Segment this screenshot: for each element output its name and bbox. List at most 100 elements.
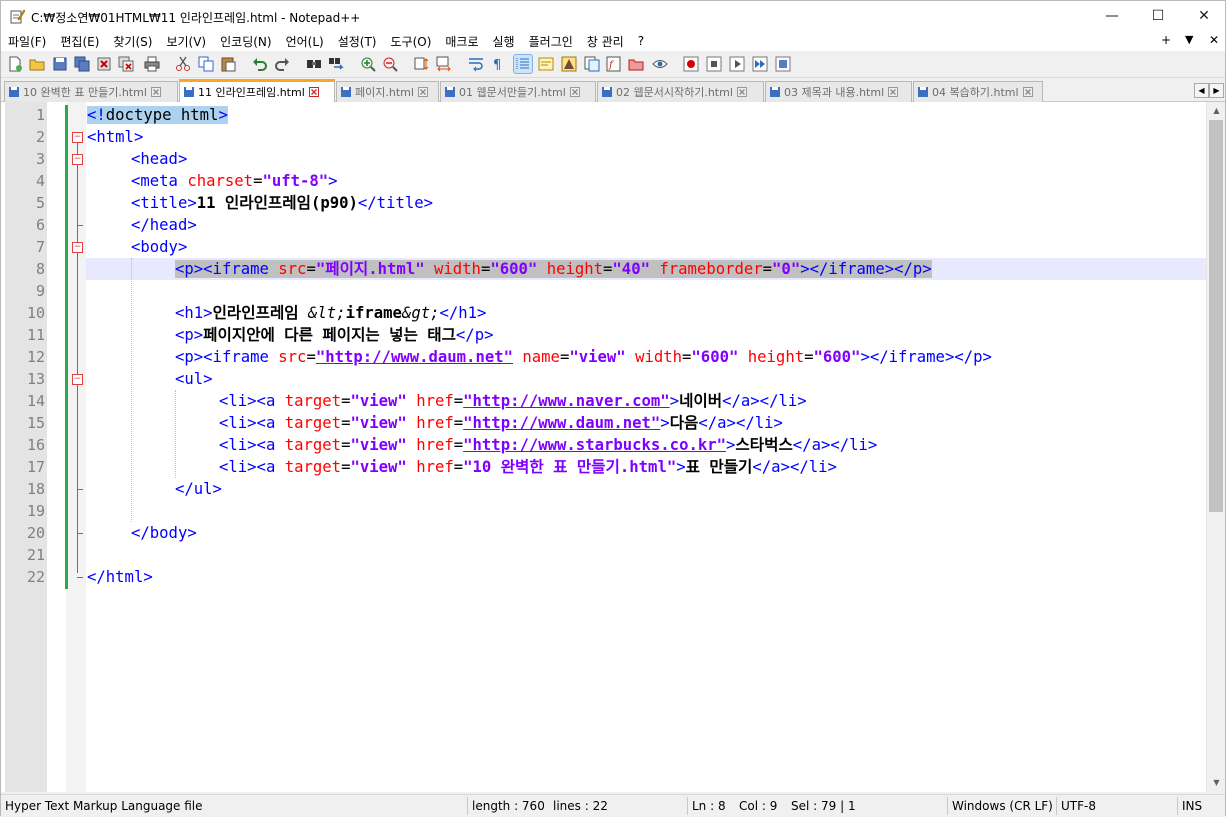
new-file-icon[interactable] [6,55,24,73]
save-macro-icon[interactable] [774,55,792,73]
scrollbar-thumb[interactable] [1209,120,1223,512]
vertical-scrollbar[interactable]: ▲ ▼ [1206,102,1225,792]
word-wrap-icon[interactable] [467,55,485,73]
tab-close-icon[interactable] [569,87,580,97]
tab-close-icon[interactable] [308,87,319,97]
zoom-in-icon[interactable] [359,55,377,73]
tab-10-complete-table[interactable]: 10 완벽한 표 만들기.html [4,81,178,102]
status-encoding[interactable]: UTF-8 [1057,795,1096,817]
menu-settings[interactable]: 설정(T) [331,33,384,50]
open-file-icon[interactable] [28,55,46,73]
menu-help[interactable]: ? [631,34,651,48]
new-tab-plus-button[interactable]: + [1161,33,1171,47]
menu-view[interactable]: 보기(V) [159,33,213,50]
line-number: 7 [35,238,45,256]
user-defined-language-icon[interactable] [537,55,555,73]
indent-guide-icon[interactable] [513,54,533,74]
tab-01-web-doc[interactable]: 01 웹문서만들기.html [440,81,596,102]
code-line-4: <meta charset="uft-8"> [131,172,338,190]
maximize-button[interactable]: ☐ [1135,1,1181,31]
line-number: 5 [35,194,45,212]
indent-guide [175,390,176,478]
tab-page[interactable]: 페이지.html [336,81,439,102]
tab-02-web-doc-start[interactable]: 02 웹문서시작하기.html [597,81,764,102]
tab-label: 11 인라인프레임.html [198,86,305,99]
minimize-button[interactable]: — [1089,1,1135,31]
close-all-icon[interactable] [117,55,135,73]
menu-search[interactable]: 찾기(S) [106,33,159,50]
tab-close-icon[interactable] [417,87,428,97]
close-file-icon[interactable] [95,55,113,73]
show-all-characters-icon[interactable]: ¶ [489,55,507,73]
status-insert-mode[interactable]: INS [1178,795,1202,817]
tab-list-dropdown-icon[interactable]: ▼ [1185,33,1193,46]
code-line-18: </ul> [175,480,222,498]
stop-recording-icon[interactable] [705,55,723,73]
tab-04-review[interactable]: 04 복습하기.html [913,81,1043,102]
tab-label: 04 복습하기.html [932,86,1019,99]
menu-file[interactable]: 파일(F) [1,33,53,50]
code-line-17: <li><a target="view" href="10 완벽한 표 만들기.… [219,458,837,476]
close-document-button[interactable]: ✕ [1209,33,1219,47]
cut-icon[interactable] [174,55,192,73]
document-list-icon[interactable] [583,55,601,73]
fold-margin[interactable] [66,102,86,792]
record-macro-icon[interactable] [682,55,700,73]
tab-label: 10 완벽한 표 만들기.html [23,86,147,99]
document-tab-bar: 10 완벽한 표 만들기.html 11 인라인프레임.html 페이지.htm… [1,79,1225,102]
print-icon[interactable] [143,55,161,73]
copy-icon[interactable] [197,55,215,73]
save-all-icon[interactable] [73,55,91,73]
tab-label: 01 웹문서만들기.html [459,86,566,99]
paste-icon[interactable] [219,55,237,73]
folder-as-workspace-icon[interactable] [627,55,645,73]
status-eol[interactable]: Windows (CR LF) [948,795,1053,817]
menu-macro[interactable]: 매크로 [438,33,485,50]
tab-scroll-left-icon[interactable]: ◀ [1194,83,1209,98]
scroll-up-arrow-icon[interactable]: ▲ [1207,102,1226,119]
function-list-icon[interactable]: f [605,55,623,73]
code-line-13: <ul> [175,370,213,388]
fold-toggle-icon[interactable]: − [72,374,83,385]
fold-toggle-icon[interactable]: − [72,154,83,165]
monitoring-eye-icon[interactable] [651,55,669,73]
redo-icon[interactable] [273,55,291,73]
code-editor[interactable]: 1 2 3 4 5 6 7 8 9 10 11 12 13 14 15 16 1… [1,102,1225,792]
close-button[interactable]: ✕ [1181,1,1226,31]
menu-window[interactable]: 창 관리 [580,33,631,50]
playback-macro-icon[interactable] [728,55,746,73]
code-line-16: <li><a target="view" href="http://www.st… [219,436,878,454]
code-line-5: <title>11 인라인프레임(p90)</title> [131,194,434,212]
sync-vertical-scroll-icon[interactable] [413,55,431,73]
menu-plugins[interactable]: 플러그인 [522,33,580,50]
tab-close-icon[interactable] [150,87,161,97]
status-bar: Hyper Text Markup Language file length :… [1,794,1225,816]
tab-03-title-content[interactable]: 03 제목과 내용.html [765,81,912,102]
line-number: 14 [26,392,45,410]
fold-toggle-icon[interactable]: − [72,132,83,143]
fold-toggle-icon[interactable]: − [72,242,83,253]
menu-language[interactable]: 언어(L) [279,33,331,50]
save-icon[interactable] [51,55,69,73]
tab-close-icon[interactable] [1022,87,1033,97]
notepadpp-app-icon [9,8,26,24]
find-icon[interactable] [305,55,323,73]
tab-close-icon[interactable] [736,87,747,97]
sync-horizontal-scroll-icon[interactable] [435,55,453,73]
status-selection: Sel : 79 | 1 [791,799,856,813]
menu-tools[interactable]: 도구(O) [384,33,439,50]
tab-close-icon[interactable] [888,87,899,97]
menu-run[interactable]: 실행 [486,33,522,50]
scroll-down-arrow-icon[interactable]: ▼ [1207,774,1226,791]
zoom-out-icon[interactable] [381,55,399,73]
replace-icon[interactable] [327,55,345,73]
tab-11-inline-frame[interactable]: 11 인라인프레임.html [179,79,335,102]
tab-scroll-right-icon[interactable]: ▶ [1209,83,1224,98]
undo-icon[interactable] [251,55,269,73]
code-line-3: <head> [131,150,188,168]
run-macro-multiple-icon[interactable] [751,55,769,73]
menu-encoding[interactable]: 인코딩(N) [213,33,278,50]
document-map-icon[interactable] [560,55,578,73]
menu-edit[interactable]: 편집(E) [53,33,106,50]
title-bar[interactable]: C:₩정소연₩01HTML₩11 인라인프레임.html - Notepad++… [1,1,1225,31]
